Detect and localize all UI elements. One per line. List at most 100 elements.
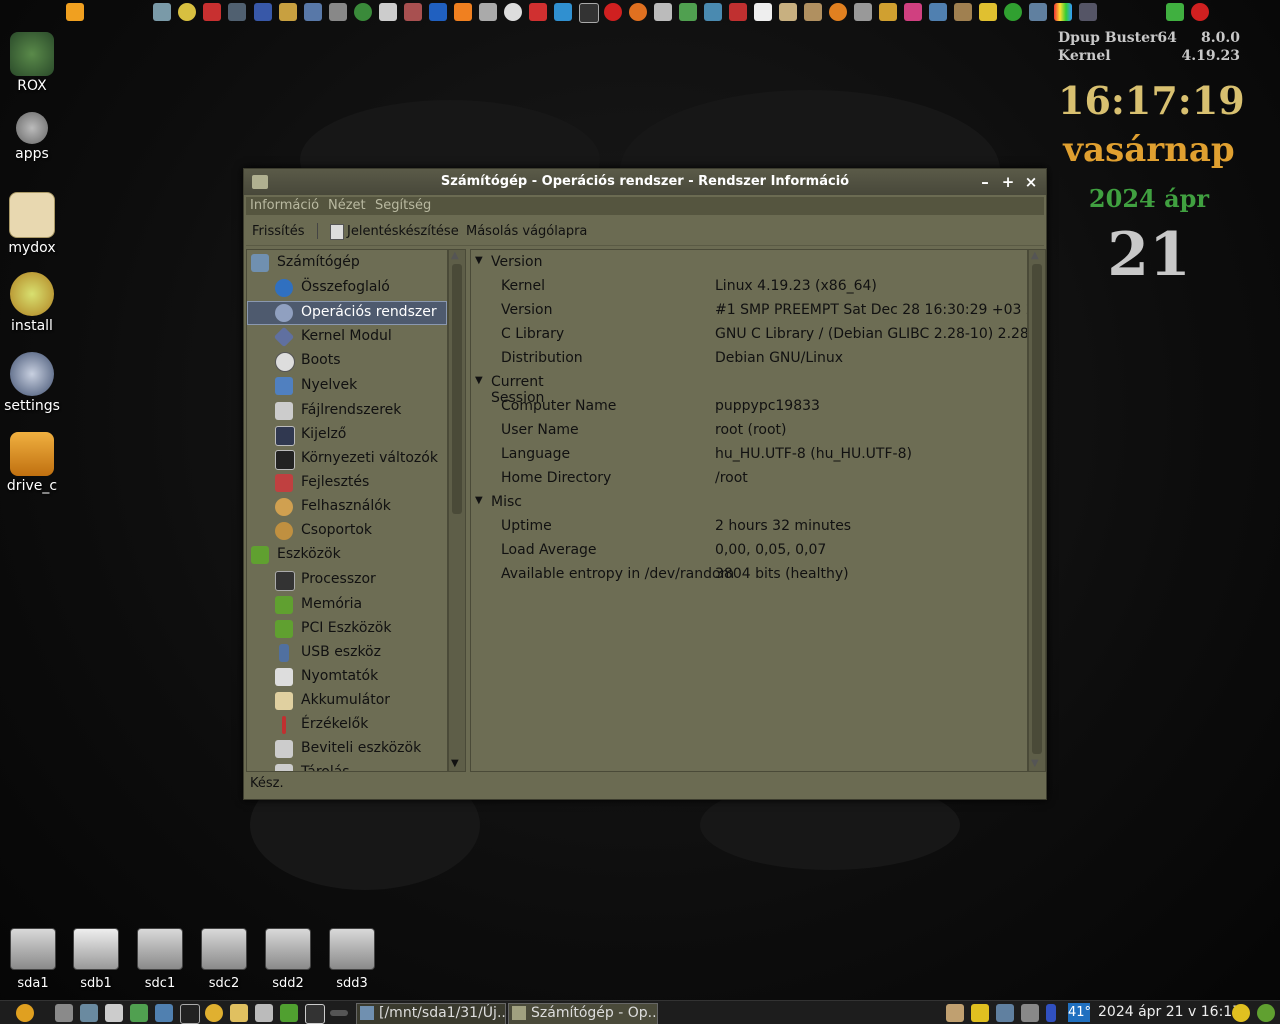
scroll-down-icon[interactable]: ▼ <box>451 758 459 769</box>
floppy-icon[interactable] <box>254 3 272 21</box>
tree-item-usb-eszkoz[interactable]: USB eszköz <box>275 642 441 664</box>
drive-icon-sdc1[interactable]: sdc1 <box>132 928 188 991</box>
tree-item-pci-eszkozok[interactable]: PCI Eszközök <box>275 618 441 640</box>
drive-icon-sdd2[interactable]: sdd2 <box>260 928 316 991</box>
launcher-icon[interactable] <box>879 3 897 21</box>
report-button[interactable]: Jelentéskészítése <box>347 224 459 239</box>
vlc-icon[interactable] <box>454 3 472 21</box>
launcher-icon[interactable] <box>654 3 672 21</box>
menu-icon[interactable] <box>16 1004 34 1022</box>
launcher-icon[interactable] <box>504 3 522 21</box>
launcher-icon[interactable] <box>829 3 847 21</box>
drive-icon-sdc2[interactable]: sdc2 <box>196 928 252 991</box>
tree-item-nyomtatok[interactable]: Nyomtatók <box>275 666 441 688</box>
tree-item-erzekelok[interactable]: Érzékelők <box>275 714 441 736</box>
launcher-icon[interactable] <box>554 3 572 21</box>
network-icon[interactable] <box>704 3 722 21</box>
tree-item-kernel-modul[interactable]: Kernel Modul <box>273 326 441 348</box>
launcher-icon[interactable] <box>304 3 322 21</box>
tree-item-boots[interactable]: Boots <box>275 350 441 372</box>
desktop-icon-install[interactable]: install <box>0 272 64 334</box>
tv-icon[interactable] <box>579 3 599 23</box>
tree-item-kijelzo[interactable]: Kijelző <box>275 424 441 446</box>
tree-item-beviteli-eszkozok[interactable]: Beviteli eszközök <box>275 738 441 760</box>
details-scrollbar[interactable]: ▲ ▼ <box>1028 249 1046 772</box>
tree-item-szamitogep[interactable]: Számítógép <box>251 252 441 274</box>
clock-icon[interactable] <box>1004 3 1022 21</box>
taskbar-clock[interactable]: 2024 ápr 21 v 16:17 <box>1098 1004 1241 1020</box>
tree-item-tarolas[interactable]: Tárolás <box>275 762 441 771</box>
launcher-icon[interactable] <box>954 3 972 21</box>
camera-icon[interactable] <box>854 3 872 21</box>
launcher-icon[interactable] <box>929 3 947 21</box>
tree-item-nyelvek[interactable]: Nyelvek <box>275 375 441 397</box>
launcher-icon[interactable] <box>429 3 447 21</box>
volume-icon[interactable] <box>1021 1004 1039 1022</box>
tree-item-osszefoglalo[interactable]: Összefoglaló <box>275 277 441 299</box>
maximize-button[interactable]: + <box>999 173 1017 191</box>
launcher-icon[interactable] <box>203 3 221 21</box>
copy-button[interactable]: Másolás vágólapra <box>466 224 587 239</box>
launcher-icon[interactable] <box>679 3 697 21</box>
gear-icon[interactable] <box>205 1004 223 1022</box>
task-button-file-manager[interactable]: [/mnt/sda1/31/Új... <box>356 1003 506 1024</box>
launcher-icon[interactable] <box>754 3 772 21</box>
task-button-system-info[interactable]: Számítógép - Op... <box>508 1003 658 1024</box>
desktop-icon-mydox[interactable]: mydox <box>0 192 64 256</box>
tree-item-csoportok[interactable]: Csoportok <box>275 520 441 542</box>
launcher-icon[interactable] <box>479 3 497 21</box>
brightness-icon[interactable] <box>1232 1004 1250 1022</box>
terminal-icon[interactable] <box>180 1004 200 1024</box>
tree-item-fajlrendszerek[interactable]: Fájlrendszerek <box>275 400 441 422</box>
desktop-icon-drive-c[interactable]: drive_c <box>0 432 64 494</box>
launcher-icon[interactable] <box>279 3 297 21</box>
sun-icon[interactable] <box>178 3 196 21</box>
tree-item-processzor[interactable]: Processzor <box>275 569 441 591</box>
launcher-icon[interactable] <box>255 1004 273 1022</box>
launcher-icon[interactable] <box>729 3 747 21</box>
launcher-icon[interactable] <box>804 3 822 21</box>
desktop-icon-settings[interactable]: settings <box>0 352 64 414</box>
launcher-icon[interactable] <box>280 1004 298 1022</box>
flag-icon[interactable] <box>529 3 547 21</box>
menu-segitseg[interactable]: Segítség <box>375 198 431 213</box>
network-icon[interactable] <box>996 1004 1014 1022</box>
launcher-icon[interactable] <box>80 1004 98 1022</box>
drive-icon-sda1[interactable]: sda1 <box>5 928 61 991</box>
drive-icon-sdb1[interactable]: sdb1 <box>68 928 124 991</box>
tree-item-operacios-rendszer[interactable]: Operációs rendszer <box>247 301 447 325</box>
opera-icon[interactable] <box>604 3 622 21</box>
window-titlebar[interactable]: Számítógép - Operációs rendszer - Rendsz… <box>244 169 1046 195</box>
update-icon[interactable] <box>66 3 84 21</box>
scrollbar-thumb[interactable] <box>452 264 462 514</box>
launcher-icon[interactable] <box>228 3 246 21</box>
launcher-icon[interactable] <box>779 3 797 21</box>
launcher-icon[interactable] <box>971 1004 989 1022</box>
scrollbar-thumb[interactable] <box>1032 264 1042 754</box>
bluetooth-icon[interactable] <box>1046 1004 1056 1022</box>
grid-icon[interactable] <box>305 1004 325 1024</box>
launcher-icon[interactable] <box>1079 3 1097 21</box>
launcher-icon[interactable] <box>55 1004 73 1022</box>
tree-item-akkumulator[interactable]: Akkumulátor <box>275 690 441 712</box>
close-button[interactable]: × <box>1022 173 1040 191</box>
camera-icon[interactable] <box>379 3 397 21</box>
scroll-down-icon[interactable]: ▼ <box>1031 758 1039 769</box>
launcher-icon[interactable] <box>153 3 171 21</box>
launcher-icon[interactable] <box>1166 3 1184 21</box>
launcher-icon[interactable] <box>1029 3 1047 21</box>
refresh-icon[interactable] <box>1257 1004 1275 1022</box>
tree-item-kornyezeti-valtozok[interactable]: Környezeti változók <box>275 448 441 470</box>
folder-icon[interactable] <box>230 1004 248 1022</box>
desktop-icon-rox[interactable]: ROX <box>0 32 64 94</box>
launcher-icon[interactable] <box>105 1004 123 1022</box>
desktop-icon-apps[interactable]: apps <box>0 112 64 162</box>
drive-icon-sdd3[interactable]: sdd3 <box>324 928 380 991</box>
globe-icon[interactable] <box>354 3 372 21</box>
launcher-icon[interactable] <box>155 1004 173 1022</box>
clipboard-icon[interactable] <box>946 1004 964 1022</box>
firefox-icon[interactable] <box>629 3 647 21</box>
power-icon[interactable] <box>1191 3 1209 21</box>
launcher-icon[interactable] <box>904 3 922 21</box>
scroll-up-icon[interactable]: ▲ <box>1031 250 1039 261</box>
